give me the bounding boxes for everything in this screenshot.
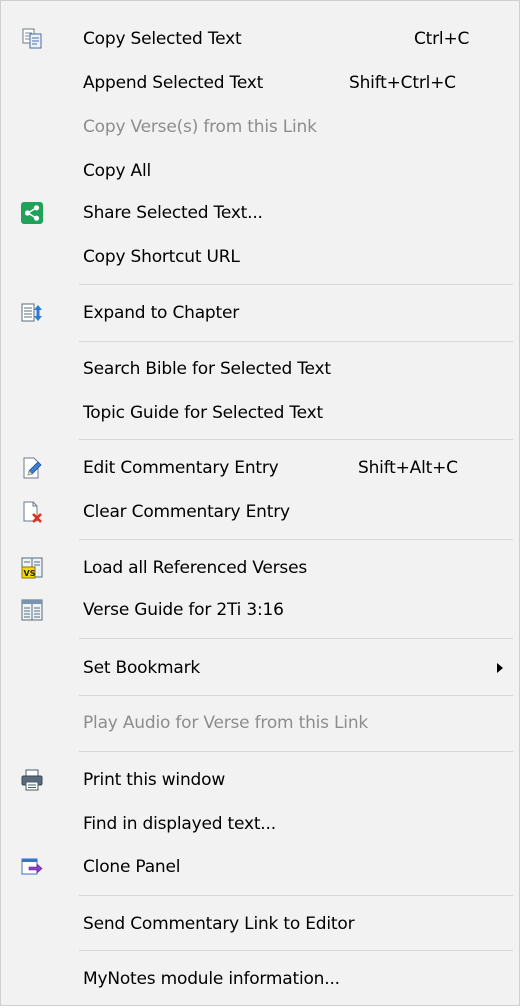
printer-icon <box>21 769 43 791</box>
copy-icon <box>21 28 43 50</box>
clone-panel-icon <box>21 856 43 878</box>
menu-item-search-bible[interactable]: Search Bible for Selected Text <box>1 347 519 391</box>
menu-item-expand-to-chapter[interactable]: Expand to Chapter <box>1 291 519 335</box>
menu-item-label: Play Audio for Verse from this Link <box>83 713 369 733</box>
menu-item-label: Clear Commentary Entry <box>83 502 290 522</box>
menu-item-label: Verse Guide for 2Ti 3:16 <box>83 600 284 620</box>
expand-chapter-icon <box>21 302 43 324</box>
menu-item-clear-commentary-entry[interactable]: Clear Commentary Entry <box>1 490 519 534</box>
share-icon <box>21 202 43 224</box>
menu-item-play-audio: Play Audio for Verse from this Link <box>1 701 519 745</box>
menu-item-find-in-displayed-text[interactable]: Find in displayed text... <box>1 802 519 846</box>
menu-separator <box>79 950 513 951</box>
clear-commentary-icon <box>21 501 43 523</box>
menu-item-label: Find in displayed text... <box>83 814 276 834</box>
menu-separator <box>79 439 513 440</box>
menu-item-label: Append Selected Text <box>83 73 264 93</box>
menu-item-label: MyNotes module information... <box>83 969 340 989</box>
menu-item-share-selected-text[interactable]: Share Selected Text... <box>1 191 519 235</box>
menu-item-copy-verses-from-link: Copy Verse(s) from this Link <box>1 105 519 149</box>
svg-text:VS: VS <box>24 569 36 578</box>
menu-item-label: Set Bookmark <box>83 658 201 678</box>
menu-item-topic-guide[interactable]: Topic Guide for Selected Text <box>1 391 519 435</box>
menu-item-clone-panel[interactable]: Clone Panel <box>1 845 519 889</box>
menu-item-label: Edit Commentary Entry <box>83 458 279 478</box>
menu-item-verse-guide[interactable]: Verse Guide for 2Ti 3:16 <box>1 588 519 632</box>
load-verses-icon: VS <box>21 557 43 579</box>
shortcut-text: Shift+Ctrl+C <box>349 73 456 93</box>
menu-separator <box>79 638 513 639</box>
menu-separator <box>79 284 513 285</box>
menu-item-label: Search Bible for Selected Text <box>83 359 331 379</box>
menu-item-label: Expand to Chapter <box>83 303 240 323</box>
menu-item-label: Topic Guide for Selected Text <box>83 403 323 423</box>
verse-guide-icon <box>21 599 43 621</box>
menu-item-label: Copy All <box>83 161 152 181</box>
menu-item-label: Load all Referenced Verses <box>83 558 307 578</box>
menu-item-set-bookmark[interactable]: Set Bookmark <box>1 646 519 690</box>
menu-item-send-commentary-link[interactable]: Send Commentary Link to Editor <box>1 902 519 946</box>
edit-commentary-icon <box>21 457 43 479</box>
menu-item-label: Clone Panel <box>83 857 181 877</box>
menu-item-copy-all[interactable]: Copy All <box>1 149 519 193</box>
menu-item-label: Copy Shortcut URL <box>83 247 240 267</box>
shortcut-text: Ctrl+C <box>414 29 470 49</box>
menu-item-label: Print this window <box>83 770 226 790</box>
menu-item-print-window[interactable]: Print this window <box>1 758 519 802</box>
menu-item-copy-selected-text[interactable]: Copy Selected Text Ctrl+C <box>1 17 519 61</box>
menu-separator <box>79 751 513 752</box>
menu-separator <box>79 895 513 896</box>
menu-separator <box>79 539 513 540</box>
menu-item-label: Send Commentary Link to Editor <box>83 914 355 934</box>
menu-item-append-selected-text[interactable]: Append Selected Text Shift+Ctrl+C <box>1 61 519 105</box>
menu-item-module-information[interactable]: MyNotes module information... <box>1 957 519 1001</box>
menu-item-label: Share Selected Text... <box>83 203 263 223</box>
context-menu: Copy Selected Text Ctrl+C Append Selecte… <box>0 0 520 1006</box>
menu-item-edit-commentary-entry[interactable]: Edit Commentary Entry Shift+Alt+C <box>1 446 519 490</box>
shortcut-text: Shift+Alt+C <box>358 458 458 478</box>
menu-separator <box>79 341 513 342</box>
menu-item-label: Copy Verse(s) from this Link <box>83 117 317 137</box>
menu-item-load-referenced-verses[interactable]: VS Load all Referenced Verses <box>1 546 519 590</box>
menu-separator <box>79 695 513 696</box>
menu-item-label: Copy Selected Text <box>83 29 242 49</box>
submenu-arrow-icon <box>497 663 503 673</box>
menu-item-copy-shortcut-url[interactable]: Copy Shortcut URL <box>1 235 519 279</box>
